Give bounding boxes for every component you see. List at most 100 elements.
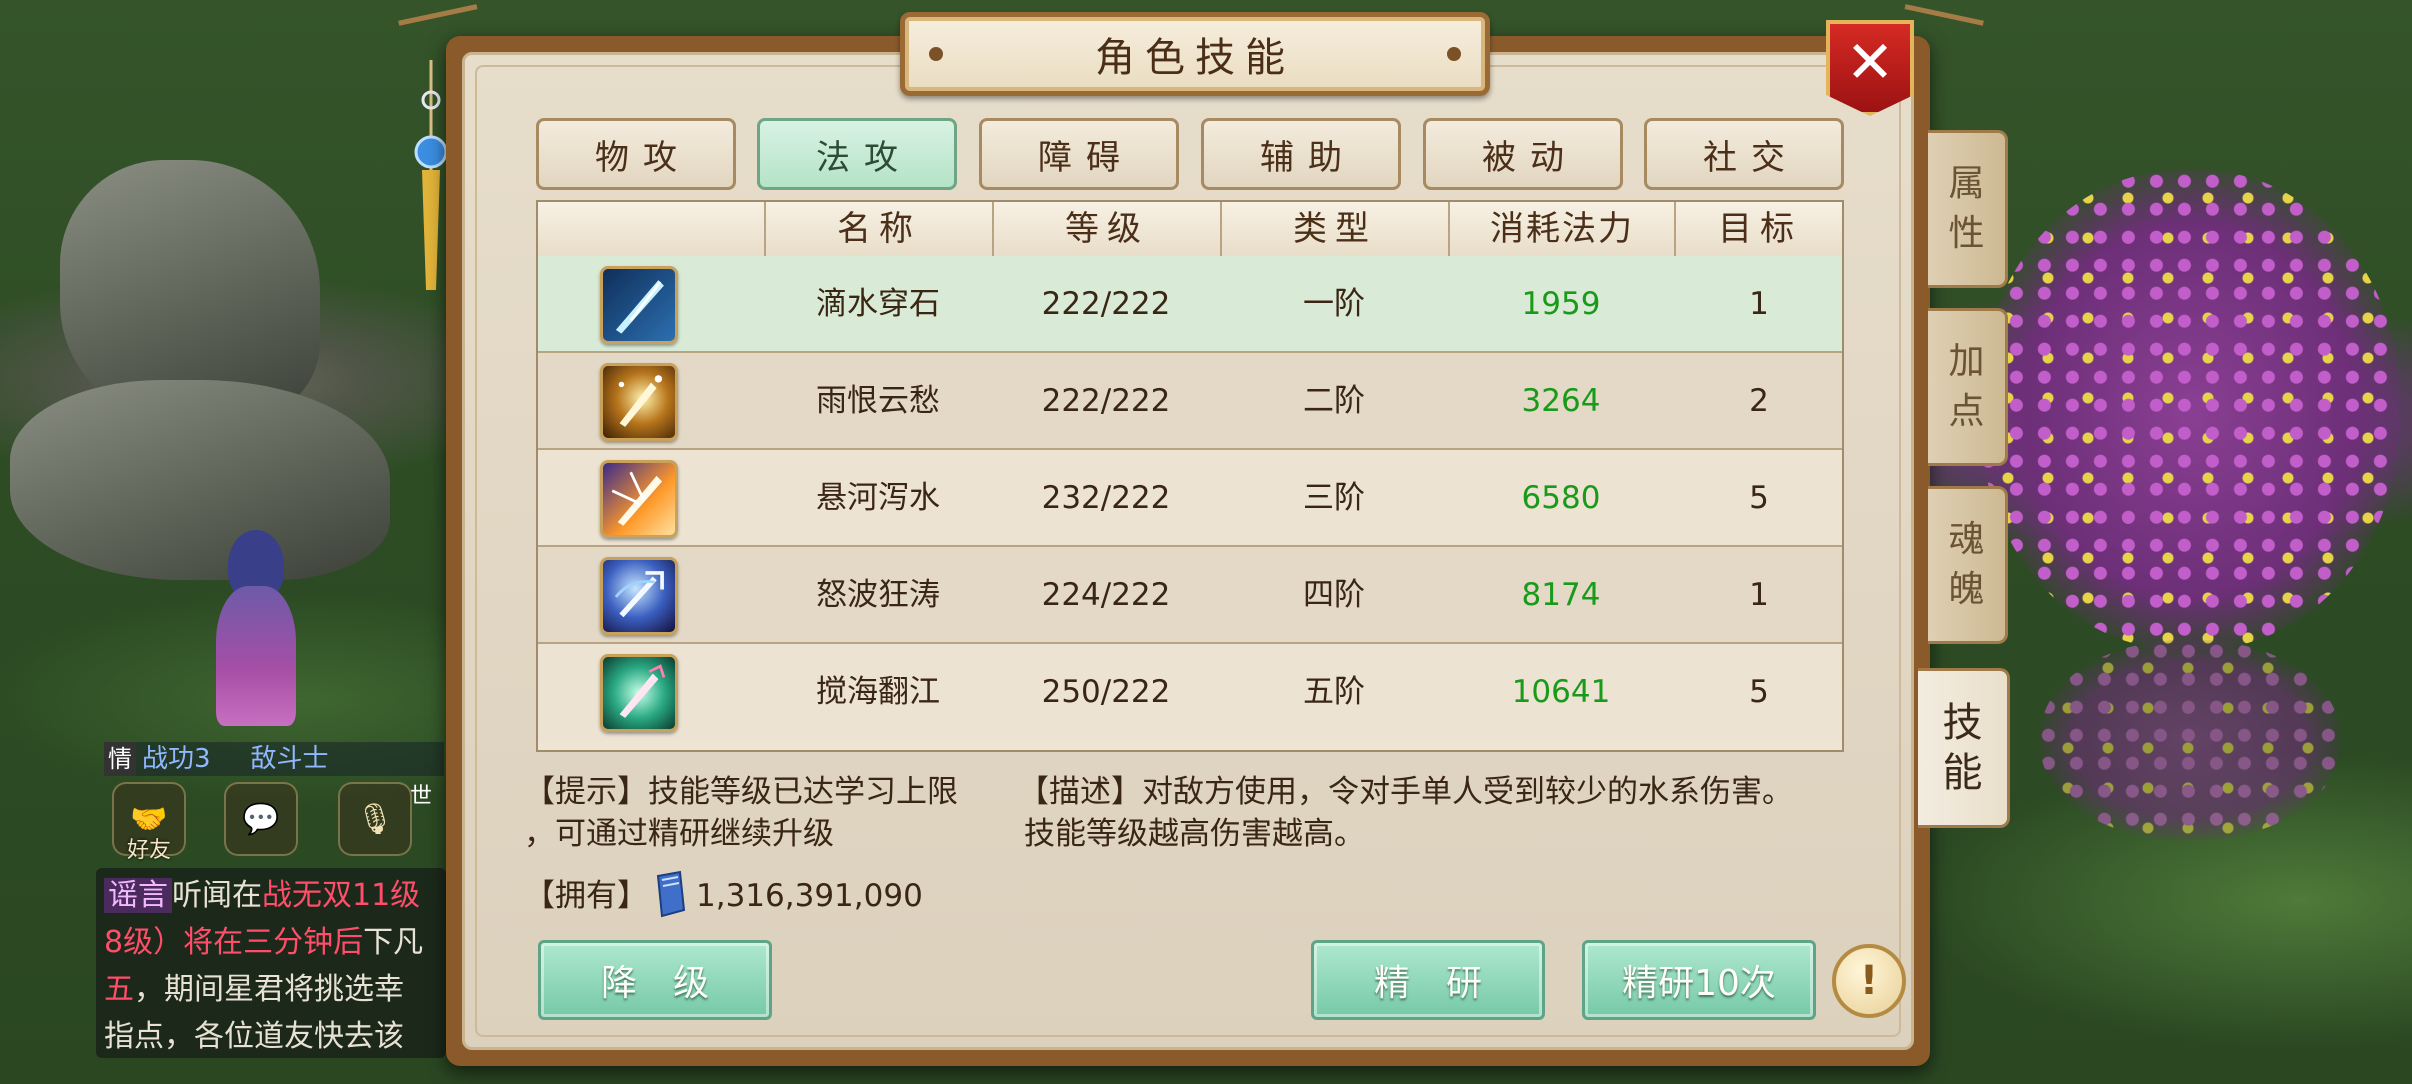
skill-type: 二阶 xyxy=(1303,383,1365,419)
skill-level: 250/222 xyxy=(1041,674,1171,710)
skill-target: 2 xyxy=(1749,383,1769,419)
battle-status-line[interactable]: 情战功3 敌斗士 xyxy=(104,742,444,776)
table-row[interactable]: 滴水穿石 222/222 一阶 1959 1 xyxy=(538,256,1842,353)
player-character[interactable] xyxy=(210,530,310,740)
rock xyxy=(10,380,390,580)
chat-text: 听闻在 xyxy=(172,878,262,913)
skill-mana-cost: 6580 xyxy=(1521,480,1601,516)
header-icon xyxy=(538,202,764,256)
water-blade-icon xyxy=(600,266,678,344)
skill-level: 224/222 xyxy=(1041,577,1171,613)
skill-level: 222/222 xyxy=(1041,286,1171,322)
skill-name: 雨恨云愁 xyxy=(816,383,940,419)
skill-level: 222/222 xyxy=(1041,383,1171,419)
description-text: 【描述】对敌方使用，令对手单人受到较少的水系伤害。 技能等级越高伤害越高。 xyxy=(1018,771,1848,855)
tab-social[interactable]: 社交 xyxy=(1644,118,1844,190)
side-tab-soul[interactable]: 魂 魄 xyxy=(1928,486,2008,644)
header-name: 名称 xyxy=(764,202,992,256)
table-row[interactable]: 悬河泻水 232/222 三阶 6580 5 xyxy=(538,450,1842,547)
chat-text: ，期间星君将挑选幸 xyxy=(134,972,404,1007)
skill-target: 5 xyxy=(1749,480,1769,516)
rumor-tag: 谣言 xyxy=(104,878,172,913)
help-button[interactable]: ! xyxy=(1832,944,1906,1018)
tab-obstruct[interactable]: 障碍 xyxy=(979,118,1179,190)
exclamation-icon: ! xyxy=(1859,958,1879,1004)
window-title-plaque: 角色技能 xyxy=(900,12,1490,96)
table-header: 名称 等级 类型 消耗法力 目标 xyxy=(538,202,1842,258)
owned-amount: 1,316,391,090 xyxy=(696,878,923,914)
owned-label: 【拥有】 xyxy=(524,878,648,914)
chat-line: 指点，各位道友快去该 xyxy=(104,1019,404,1054)
skill-type: 三阶 xyxy=(1303,480,1365,516)
side-tab-add-points[interactable]: 加 点 xyxy=(1928,308,2008,466)
table-row[interactable]: 怒波狂涛 224/222 四阶 8174 1 xyxy=(538,547,1842,644)
table-row[interactable]: 雨恨云愁 222/222 二阶 3264 2 xyxy=(538,353,1842,450)
flower-bed xyxy=(2040,640,2340,840)
hint-line: ，可通过精研继续升级 xyxy=(524,816,834,852)
skill-name: 滴水穿石 xyxy=(816,286,940,322)
close-icon: ✕ xyxy=(1845,28,1895,96)
side-tab-label: 能 xyxy=(1942,750,1983,796)
tab-physical-attack[interactable]: 物攻 xyxy=(536,118,736,190)
description-line: 【描述】对敌方使用，令对手单人受到较少的水系伤害。 xyxy=(1018,774,1793,810)
world-channel-label: 世 xyxy=(409,784,432,809)
chat-bubble-icon: 💬 xyxy=(242,801,280,837)
chat-log[interactable]: 谣言 听闻在战无双11级 8级）将在三分钟后下凡 五，期间星君将挑选幸 指点，各位… xyxy=(96,868,446,1058)
microphone-icon: 🎙 xyxy=(355,801,395,837)
chat-line: 谣言 听闻在战无双11级 xyxy=(104,872,438,919)
owned-row: 【拥有】 xyxy=(524,875,648,917)
chat-text: 下凡 xyxy=(363,925,424,960)
chat-highlight: 8级）将在 xyxy=(104,925,244,960)
skill-name: 怒波狂涛 xyxy=(816,577,940,613)
skill-mana-cost: 1959 xyxy=(1521,286,1601,322)
table-row[interactable]: 搅海翻江 250/222 五阶 10641 5 xyxy=(538,644,1842,741)
tab-support[interactable]: 辅助 xyxy=(1201,118,1401,190)
chat-button[interactable]: 💬 xyxy=(224,782,298,856)
title-rivet xyxy=(1447,47,1461,61)
side-tab-skills[interactable]: 技 能 xyxy=(1918,668,2010,828)
skill-name: 悬河泻水 xyxy=(816,480,940,516)
battle-status-text: 战功3 xyxy=(142,744,211,774)
side-tab-label: 性 xyxy=(1948,213,1985,254)
voice-button[interactable]: 🎙 世 xyxy=(338,782,432,856)
skill-table: 名称 等级 类型 消耗法力 目标 滴水穿石 222/222 一阶 1959 1 … xyxy=(536,200,1844,752)
skill-type: 四阶 xyxy=(1303,577,1365,613)
skill-name: 搅海翻江 xyxy=(816,674,940,710)
chat-highlight: 战无双11级 xyxy=(262,878,421,913)
battle-status-text-rest: 敌斗士 xyxy=(250,744,329,774)
chat-highlight: 三分钟后 xyxy=(243,925,364,960)
jade-sword-icon xyxy=(600,654,678,732)
side-tab-label: 魂 xyxy=(1948,519,1985,560)
tab-passive[interactable]: 被动 xyxy=(1423,118,1623,190)
side-tab-attributes[interactable]: 属 性 xyxy=(1928,130,2008,288)
friends-label: 好友 xyxy=(126,838,171,863)
skill-target: 1 xyxy=(1749,577,1769,613)
study-10-times-button[interactable]: 精研10次 xyxy=(1582,940,1816,1020)
side-tab-label: 技 xyxy=(1942,700,1983,746)
hint-line: 【提示】技能等级已达学习上限 xyxy=(524,774,958,810)
flower-bed xyxy=(1980,170,2400,650)
side-tab-label: 点 xyxy=(1948,391,1985,432)
side-tab-label: 加 xyxy=(1948,341,1985,382)
trident-icon xyxy=(600,557,678,635)
character-body xyxy=(216,586,296,726)
window-title: 角色技能 xyxy=(1095,35,1295,81)
side-tab-label: 属 xyxy=(1948,163,1985,204)
skill-target: 5 xyxy=(1749,674,1769,710)
golden-sword-icon xyxy=(600,363,678,441)
skill-type: 五阶 xyxy=(1303,674,1365,710)
chat-line: 8级）将在三分钟后下凡 xyxy=(104,919,438,966)
book-icon xyxy=(656,870,686,918)
downgrade-button[interactable]: 降 级 xyxy=(538,940,772,1020)
hint-text: 【提示】技能等级已达学习上限 ，可通过精研继续升级 xyxy=(524,771,994,855)
skill-mana-cost: 8174 xyxy=(1521,577,1601,613)
header-type: 类型 xyxy=(1220,202,1448,256)
friends-button[interactable]: 🤝 好友 xyxy=(112,782,186,863)
skill-mana-cost: 10641 xyxy=(1511,674,1611,710)
skill-mana-cost: 3264 xyxy=(1521,383,1601,419)
tab-magic-attack[interactable]: 法攻 xyxy=(757,118,957,190)
radiant-sword-icon xyxy=(600,460,678,538)
feeling-tag: 情 xyxy=(104,742,136,776)
skill-type: 一阶 xyxy=(1303,286,1365,322)
study-button[interactable]: 精 研 xyxy=(1311,940,1545,1020)
